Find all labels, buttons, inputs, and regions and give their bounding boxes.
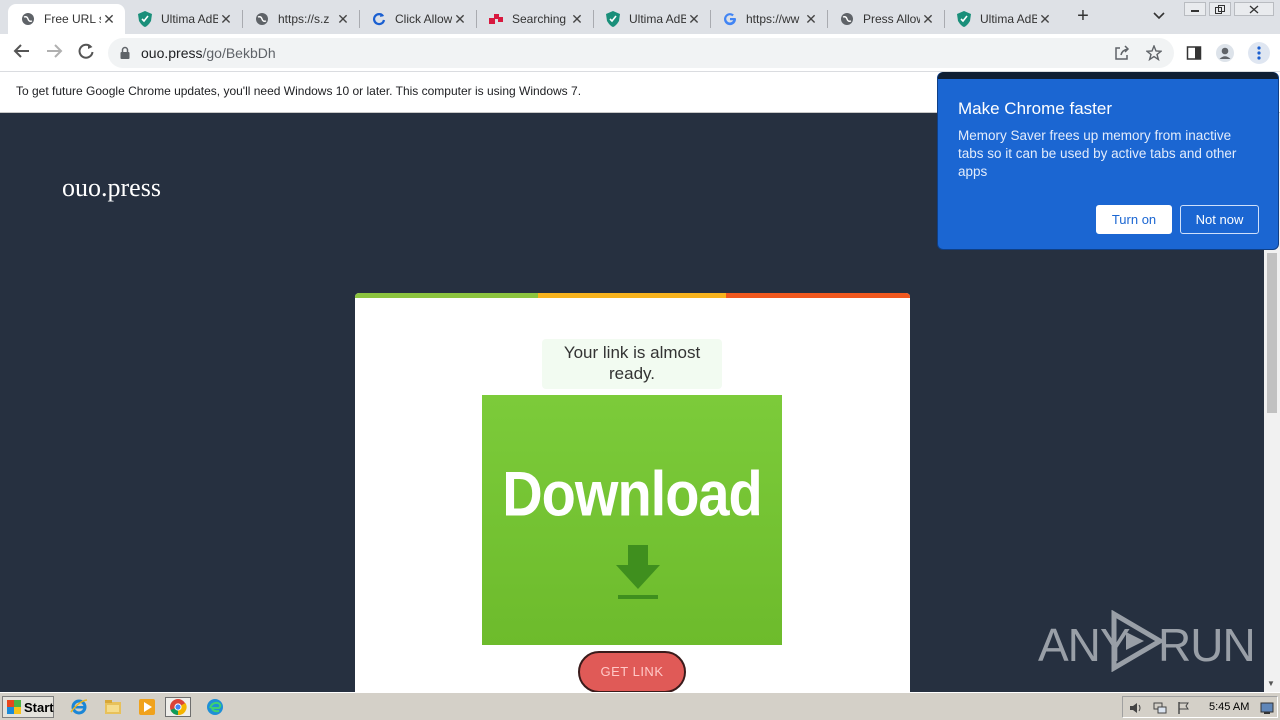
close-icon[interactable]: ✕ <box>335 11 351 28</box>
color-stripe <box>355 293 910 298</box>
tab-title: Free URL s <box>44 12 101 26</box>
stripe-green <box>355 293 538 298</box>
volume-icon[interactable] <box>1129 701 1143 715</box>
tab-ultima-adblock-3[interactable]: Ultima AdBl ✕ <box>944 4 1061 34</box>
popup-header-strip <box>938 72 1278 79</box>
forward-button[interactable] <box>43 42 65 64</box>
close-icon[interactable]: ✕ <box>686 11 702 28</box>
tab-press-allow[interactable]: Press Allow ✕ <box>827 4 944 34</box>
tab-strip: Free URL s ✕ Ultima AdBl ✕ https://s.z ✕… <box>0 0 1280 34</box>
tab-searching[interactable]: Searching f ✕ <box>476 4 593 34</box>
address-bar[interactable]: ouo.press/go/BekbDh <box>108 38 1174 68</box>
scrollbar-thumb[interactable] <box>1267 253 1277 413</box>
windows-taskbar: Start 5:45 AM <box>0 692 1280 720</box>
restore-button[interactable] <box>1209 2 1231 16</box>
shield-icon <box>605 11 621 27</box>
tab-title: Searching f <box>512 12 569 26</box>
chrome-menu-icon[interactable] <box>1248 42 1270 64</box>
google-icon <box>722 11 738 27</box>
globe-icon <box>839 11 855 27</box>
close-icon[interactable]: ✕ <box>101 11 117 28</box>
infobar-message: To get future Google Chrome updates, you… <box>16 84 582 98</box>
tab-title: https://ww <box>746 12 800 26</box>
get-link-button[interactable]: GET LINK <box>578 651 686 693</box>
reload-button[interactable] <box>75 42 97 64</box>
download-arrow-icon <box>616 545 660 599</box>
url-text: ouo.press/go/BekbDh <box>141 45 276 61</box>
minimize-button[interactable] <box>1184 2 1206 16</box>
tab-https-s[interactable]: https://s.z ✕ <box>242 4 359 34</box>
media-player-icon[interactable] <box>136 697 158 717</box>
scroll-down-arrow-icon[interactable]: ▼ <box>1267 679 1275 688</box>
link-card: Your link is almost ready. Download GET … <box>355 293 910 693</box>
globe-icon <box>254 11 270 27</box>
shield-icon <box>137 11 153 27</box>
taskbar-clock[interactable]: 5:45 AM <box>1209 701 1249 713</box>
lock-icon[interactable] <box>120 46 130 59</box>
share-icon[interactable] <box>1112 43 1132 63</box>
start-label: Start <box>24 699 54 715</box>
close-icon[interactable]: ✕ <box>452 11 468 28</box>
windows-logo-icon <box>7 700 21 714</box>
url-path: /go/BekbDh <box>202 45 276 61</box>
tab-ultima-adblock-2[interactable]: Ultima AdBl ✕ <box>593 4 710 34</box>
tab-click-allow[interactable]: Click Allow ✕ <box>359 4 476 34</box>
edge-icon[interactable] <box>204 697 226 717</box>
file-explorer-icon[interactable] <box>102 697 124 717</box>
watermark-right: RUN <box>1158 619 1256 671</box>
tab-title: Ultima AdBl <box>629 12 686 26</box>
close-icon[interactable]: ✕ <box>803 11 819 28</box>
tab-title: https://s.z <box>278 12 330 26</box>
shield-icon <box>956 11 972 27</box>
network-icon[interactable] <box>1153 701 1167 715</box>
tab-ultima-adblock[interactable]: Ultima AdBl ✕ <box>125 4 242 34</box>
site-logo[interactable]: ouo.press <box>62 173 161 203</box>
popup-body: Memory Saver frees up memory from inacti… <box>958 128 1237 179</box>
not-now-button[interactable]: Not now <box>1180 205 1259 234</box>
close-icon[interactable]: ✕ <box>218 11 234 28</box>
tab-title: Click Allow <box>395 12 452 26</box>
chrome-taskbar-icon[interactable] <box>165 697 191 717</box>
stripe-orange <box>726 293 910 298</box>
start-button[interactable]: Start <box>2 696 54 718</box>
browser-toolbar: ouo.press/go/BekbDh <box>0 34 1280 72</box>
internet-explorer-icon[interactable] <box>68 697 90 717</box>
dots-icon <box>488 11 504 27</box>
tab-https-www[interactable]: https://ww ✕ <box>710 4 827 34</box>
refresh-icon <box>371 11 387 27</box>
side-panel-icon[interactable] <box>1184 43 1204 63</box>
anyrun-watermark: ANY RUN <box>1038 610 1256 674</box>
url-host: ouo.press <box>141 45 203 61</box>
download-label: Download <box>502 458 763 529</box>
system-tray: 5:45 AM <box>1122 696 1278 718</box>
profile-avatar-icon[interactable] <box>1215 43 1235 63</box>
tab-title: Ultima AdBl <box>980 12 1037 26</box>
ready-message: Your link is almost ready. <box>542 339 722 389</box>
close-window-button[interactable] <box>1234 2 1274 16</box>
globe-icon <box>20 11 36 27</box>
close-icon[interactable]: ✕ <box>920 11 936 28</box>
show-desktop-icon[interactable] <box>1260 701 1274 715</box>
close-icon[interactable]: ✕ <box>1037 11 1053 28</box>
memory-saver-popup: Make Chrome faster Memory Saver frees up… <box>937 72 1279 250</box>
new-tab-button[interactable]: + <box>1073 6 1093 26</box>
stripe-yellow <box>538 293 726 298</box>
turn-on-button[interactable]: Turn on <box>1096 205 1172 234</box>
tab-search-chevron-icon[interactable] <box>1153 9 1165 23</box>
download-ad-banner[interactable]: Download <box>482 395 782 645</box>
tab-title: Press Allow <box>863 12 920 26</box>
tab-free-url[interactable]: Free URL s ✕ <box>8 4 125 34</box>
popup-title: Make Chrome faster <box>958 99 1112 118</box>
bookmark-star-icon[interactable] <box>1144 43 1164 63</box>
tab-title: Ultima AdBl <box>161 12 218 26</box>
close-icon[interactable]: ✕ <box>569 11 585 28</box>
back-button[interactable] <box>11 42 33 64</box>
action-center-flag-icon[interactable] <box>1177 701 1191 715</box>
